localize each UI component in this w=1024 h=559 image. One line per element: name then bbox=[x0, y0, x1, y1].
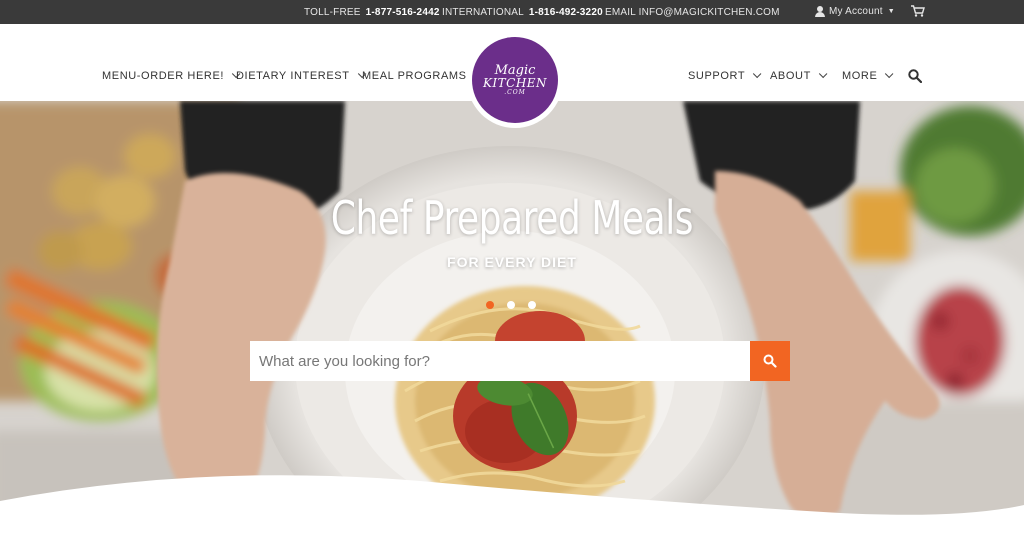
nav-more-label: MORE bbox=[842, 70, 878, 82]
carousel-dot-1[interactable] bbox=[486, 301, 494, 309]
search-icon bbox=[763, 354, 777, 368]
carousel-indicators bbox=[486, 301, 536, 309]
logo-badge: Magic KITCHEN .COM bbox=[472, 37, 558, 123]
hero-banner: Chef Prepared Meals FOR EVERY DIET bbox=[0, 101, 1024, 559]
hero-search bbox=[250, 341, 790, 381]
my-account-menu[interactable]: My Account ▼ bbox=[815, 6, 895, 17]
nav-meal-programs-label: MEAL PROGRAMS bbox=[362, 70, 467, 82]
my-account-label: My Account bbox=[829, 6, 883, 17]
nav-dietary-interest[interactable]: DIETARY INTEREST bbox=[236, 69, 366, 82]
nav-support-label: SUPPORT bbox=[688, 70, 746, 82]
chevron-down-icon bbox=[818, 69, 828, 79]
nav-menu-order-label: MENU-ORDER HERE! bbox=[102, 70, 225, 82]
carousel-dot-2[interactable] bbox=[507, 301, 515, 309]
nav-about[interactable]: ABOUT bbox=[770, 69, 828, 82]
search-input[interactable] bbox=[250, 341, 750, 381]
logo-line-2: KITCHEN bbox=[482, 75, 548, 90]
email-link[interactable]: EMAIL INFO@MAGICKITCHEN.COM bbox=[605, 7, 780, 18]
search-icon[interactable] bbox=[908, 69, 922, 83]
caret-down-icon: ▼ bbox=[887, 8, 895, 15]
carousel-dot-3[interactable] bbox=[528, 301, 536, 309]
toll-free-contact: TOLL-FREE 1-877-516-2442 bbox=[304, 7, 440, 18]
logo-line-3: .COM bbox=[504, 88, 526, 96]
nav-support[interactable]: SUPPORT bbox=[688, 69, 762, 82]
chevron-down-icon bbox=[885, 69, 894, 79]
site-logo[interactable]: Magic KITCHEN .COM bbox=[467, 32, 563, 128]
international-contact: INTERNATIONAL 1-816-492-3220 bbox=[442, 7, 603, 18]
search-button[interactable] bbox=[750, 341, 790, 381]
nav-about-label: ABOUT bbox=[770, 70, 811, 82]
toll-free-label: TOLL-FREE bbox=[304, 7, 361, 18]
nav-menu-order[interactable]: MENU-ORDER HERE! bbox=[102, 69, 241, 82]
hero-bottom-wave bbox=[0, 475, 1024, 559]
hero-subtitle: FOR EVERY DIET bbox=[447, 254, 577, 270]
chevron-down-icon bbox=[753, 69, 762, 79]
cart-icon[interactable] bbox=[911, 5, 925, 17]
nav-meal-programs[interactable]: MEAL PROGRAMS bbox=[362, 70, 467, 82]
toll-free-number[interactable]: 1-877-516-2442 bbox=[366, 7, 440, 18]
international-number[interactable]: 1-816-492-3220 bbox=[529, 7, 603, 18]
top-utility-bar: TOLL-FREE 1-877-516-2442 INTERNATIONAL 1-8… bbox=[0, 0, 1024, 24]
logo-line-1: Magic bbox=[494, 62, 536, 78]
international-label: INTERNATIONAL bbox=[442, 7, 524, 18]
nav-more[interactable]: MORE bbox=[842, 69, 894, 82]
hero-title: Chef Prepared Meals bbox=[330, 191, 694, 245]
nav-dietary-interest-label: DIETARY INTEREST bbox=[236, 70, 350, 82]
user-icon bbox=[815, 6, 825, 17]
